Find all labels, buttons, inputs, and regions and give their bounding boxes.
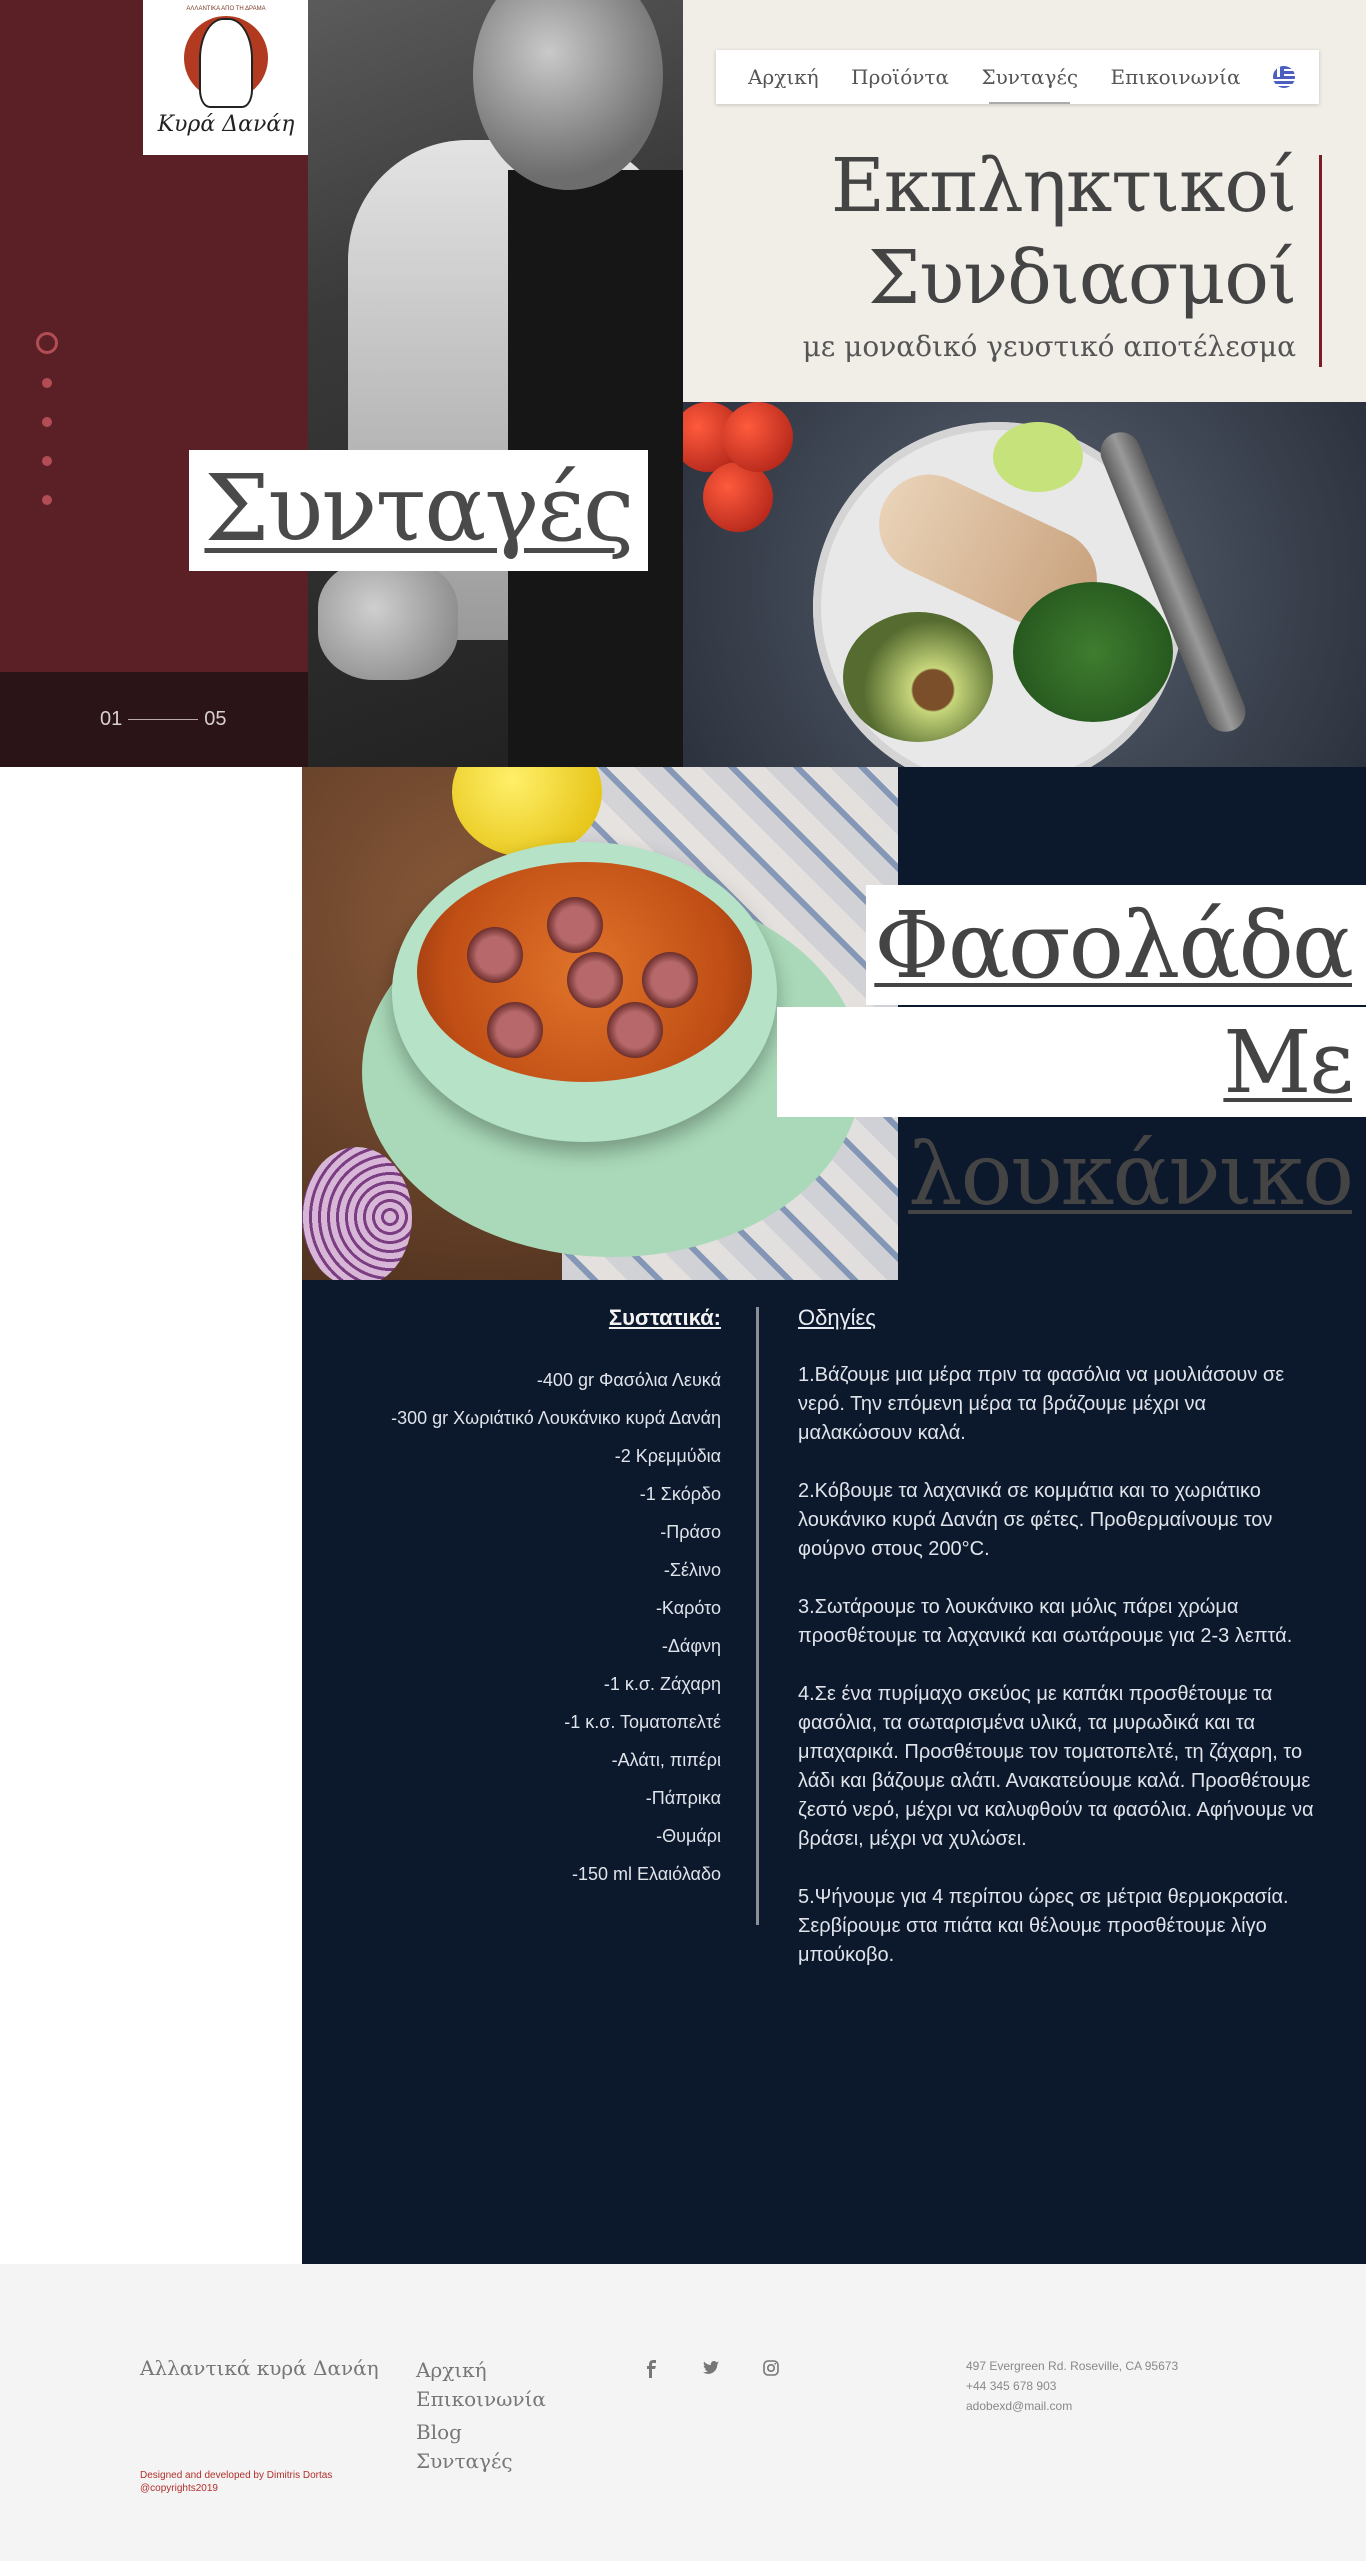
hero-heading: Εκπληκτικοί Συνδιασμοί με μοναδικό γευστ… — [802, 140, 1297, 363]
avocado-graphic — [843, 612, 993, 742]
hero-subheading: με μοναδικό γευστικό αποτέλεσμα — [802, 330, 1296, 363]
slider-dot[interactable] — [42, 417, 52, 427]
ingredient-item: -Δάφνη — [661, 1636, 721, 1656]
lime-graphic — [993, 422, 1083, 492]
salad-photo — [683, 402, 1366, 767]
footer-brand[interactable]: Αλλαντικά κυρά Δανάη — [140, 2356, 379, 2380]
ingredient-item: -Πράσο — [660, 1522, 721, 1542]
footer-address: 497 Evergreen Rd. Roseville, CA 95673 — [966, 2359, 1179, 2373]
footer-link-contact[interactable]: Επικοινωνία — [416, 2385, 546, 2414]
sausage-slice — [467, 927, 523, 983]
ingredients-title: Συστατικά: — [608, 1305, 721, 1330]
slider-dot[interactable] — [42, 378, 52, 388]
ingredient-item: -2 Κρεμμύδια — [614, 1446, 721, 1466]
logo-name: Κυρά Δανάη — [157, 112, 295, 137]
chef-photo — [308, 0, 683, 767]
sausage-slice — [642, 952, 698, 1008]
tomato-graphic — [723, 402, 793, 472]
logo[interactable]: ΑΛΛΑΝΤΙΚΑ ΑΠΟ ΤΗ ΔΡΑΜΑ Κυρά Δανάη — [143, 0, 309, 155]
recipe-title-line1: Φασολάδα — [874, 892, 1354, 999]
ingredient-item: -150 ml Ελαιόλαδο — [572, 1864, 721, 1884]
nav-item-products[interactable]: Προϊόντα — [851, 65, 949, 89]
instructions-title: Οδηγίες — [798, 1305, 876, 1330]
hero-heading-line2: Συνδιασμοί — [867, 235, 1297, 321]
instruction-step: 1.Βάζουμε μια μέρα πριν τα φασόλια να μο… — [798, 1364, 1285, 1444]
page-title-box: Συνταγές — [189, 450, 648, 571]
ingredient-item: -400 gr Φασόλια Λευκά — [536, 1370, 721, 1390]
logo-tagline: ΑΛΛΑΝΤΙΚΑ ΑΠΟ ΤΗ ΔΡΑΜΑ — [186, 6, 266, 12]
instruction-step: 3.Σωτάρουμε το λουκάνικο και μόλις πάρει… — [798, 1596, 1293, 1647]
sausage-slice — [547, 897, 603, 953]
footer-link-recipes[interactable]: Συνταγές — [416, 2447, 546, 2476]
nav-item-contact[interactable]: Επικοινωνία — [1111, 65, 1241, 89]
footer-link-home[interactable]: Αρχική — [416, 2356, 546, 2385]
footer-credit-line1: Designed and developed by Dimitris Dorta… — [140, 2470, 333, 2481]
nav-item-recipes[interactable]: Συνταγές — [981, 65, 1078, 104]
slider-dot[interactable] — [42, 456, 52, 466]
nav-item-home[interactable]: Αρχική — [748, 65, 819, 89]
recipe-title-line2-box: Με λουκάνικο — [777, 1007, 1366, 1225]
sausage-slice — [607, 1002, 663, 1058]
footer-social — [640, 2360, 782, 2382]
main-nav: Αρχική Προϊόντα Συνταγές Επικοινωνία — [716, 50, 1319, 104]
footer-email[interactable]: adobexd@mail.com — [966, 2396, 1178, 2416]
hero-heading-line1: Εκπληκτικοί — [830, 143, 1297, 229]
hero-section: ΑΛΛΑΝΤΙΚΑ ΑΠΟ ΤΗ ΔΡΑΜΑ Κυρά Δανάη 01 05 … — [0, 0, 1366, 767]
sausage-slice — [567, 952, 623, 1008]
footer-link-blog[interactable]: Blog — [416, 2418, 546, 2447]
ingredient-item: -1 Σκόρδο — [639, 1484, 721, 1504]
recipe-title-line1-box: Φασολάδα — [866, 885, 1366, 1005]
instagram-icon[interactable] — [760, 2360, 782, 2382]
instruction-step: 4.Σε ένα πυρίμαχο σκεύος με καπάκι προσθ… — [798, 1683, 1314, 1850]
tomato-graphic — [703, 462, 773, 532]
footer-phone[interactable]: +44 345 678 903 — [966, 2376, 1178, 2396]
footer-contact: 497 Evergreen Rd. Roseville, CA 95673 +4… — [966, 2356, 1178, 2416]
recipe-divider — [756, 1307, 759, 1925]
slide-counter: 01 05 — [100, 708, 227, 731]
slider-dot-active[interactable] — [36, 332, 58, 354]
footer-credit-line2: @copyrights2019 — [140, 2483, 218, 2494]
hero-accent-line — [1319, 155, 1322, 367]
logo-woman-illustration — [199, 18, 253, 108]
footer: Αλλαντικά κυρά Δανάη Αρχική Επικοινωνία … — [0, 2264, 1366, 2561]
sausage-slice — [487, 1002, 543, 1058]
ingredient-item: -Σέλινο — [663, 1560, 721, 1580]
instruction-step: 2.Κόβουμε τα λαχανικά σε κομμάτια και το… — [798, 1480, 1273, 1560]
ingredients-panel: Συστατικά: -400 gr Φασόλια Λευκά -300 gr… — [330, 1305, 721, 1893]
twitter-icon[interactable] — [700, 2360, 722, 2382]
ingredient-item: -300 gr Χωριάτικό Λουκάνικο κυρά Δανάη — [391, 1408, 721, 1428]
slide-counter-line — [128, 719, 199, 720]
slide-counter-current: 01 — [100, 708, 123, 730]
ingredient-item: -Πάπρικα — [645, 1788, 721, 1808]
slider-dot[interactable] — [42, 495, 52, 505]
greek-flag-icon[interactable] — [1272, 66, 1295, 88]
ingredients-list: -400 gr Φασόλια Λευκά -300 gr Χωριάτικό … — [330, 1361, 721, 1893]
greens-graphic — [1013, 582, 1173, 722]
ingredient-item: -1 κ.σ. Τοματοπελτέ — [564, 1712, 721, 1732]
facebook-icon[interactable] — [640, 2360, 662, 2382]
ingredient-item: -Αλάτι, πιπέρι — [611, 1750, 721, 1770]
slider-pagination — [36, 332, 58, 534]
onion-graphic — [302, 1147, 412, 1280]
ingredient-item: -1 κ.σ. Ζάχαρη — [603, 1674, 721, 1694]
recipe-title-line2: Με λουκάνικο — [908, 1013, 1354, 1225]
chef-hand — [318, 560, 458, 680]
footer-nav: Αρχική Επικοινωνία Blog Συνταγές — [416, 2356, 546, 2476]
page-title: Συνταγές — [204, 455, 634, 562]
instructions-panel: Οδηγίες 1.Βάζουμε μια μέρα πριν τα φασόλ… — [798, 1305, 1318, 1999]
ingredient-item: -Θυμάρι — [656, 1826, 721, 1846]
instruction-step: 5.Ψήνουμε για 4 περίπου ώρες σε μέτρια θ… — [798, 1886, 1289, 1966]
footer-credit: Designed and developed by Dimitris Dorta… — [140, 2469, 332, 2495]
slide-counter-total: 05 — [204, 708, 227, 730]
hero-right-panel: Αρχική Προϊόντα Συνταγές Επικοινωνία Εκπ… — [683, 0, 1366, 402]
ingredient-item: -Καρότο — [655, 1598, 721, 1618]
